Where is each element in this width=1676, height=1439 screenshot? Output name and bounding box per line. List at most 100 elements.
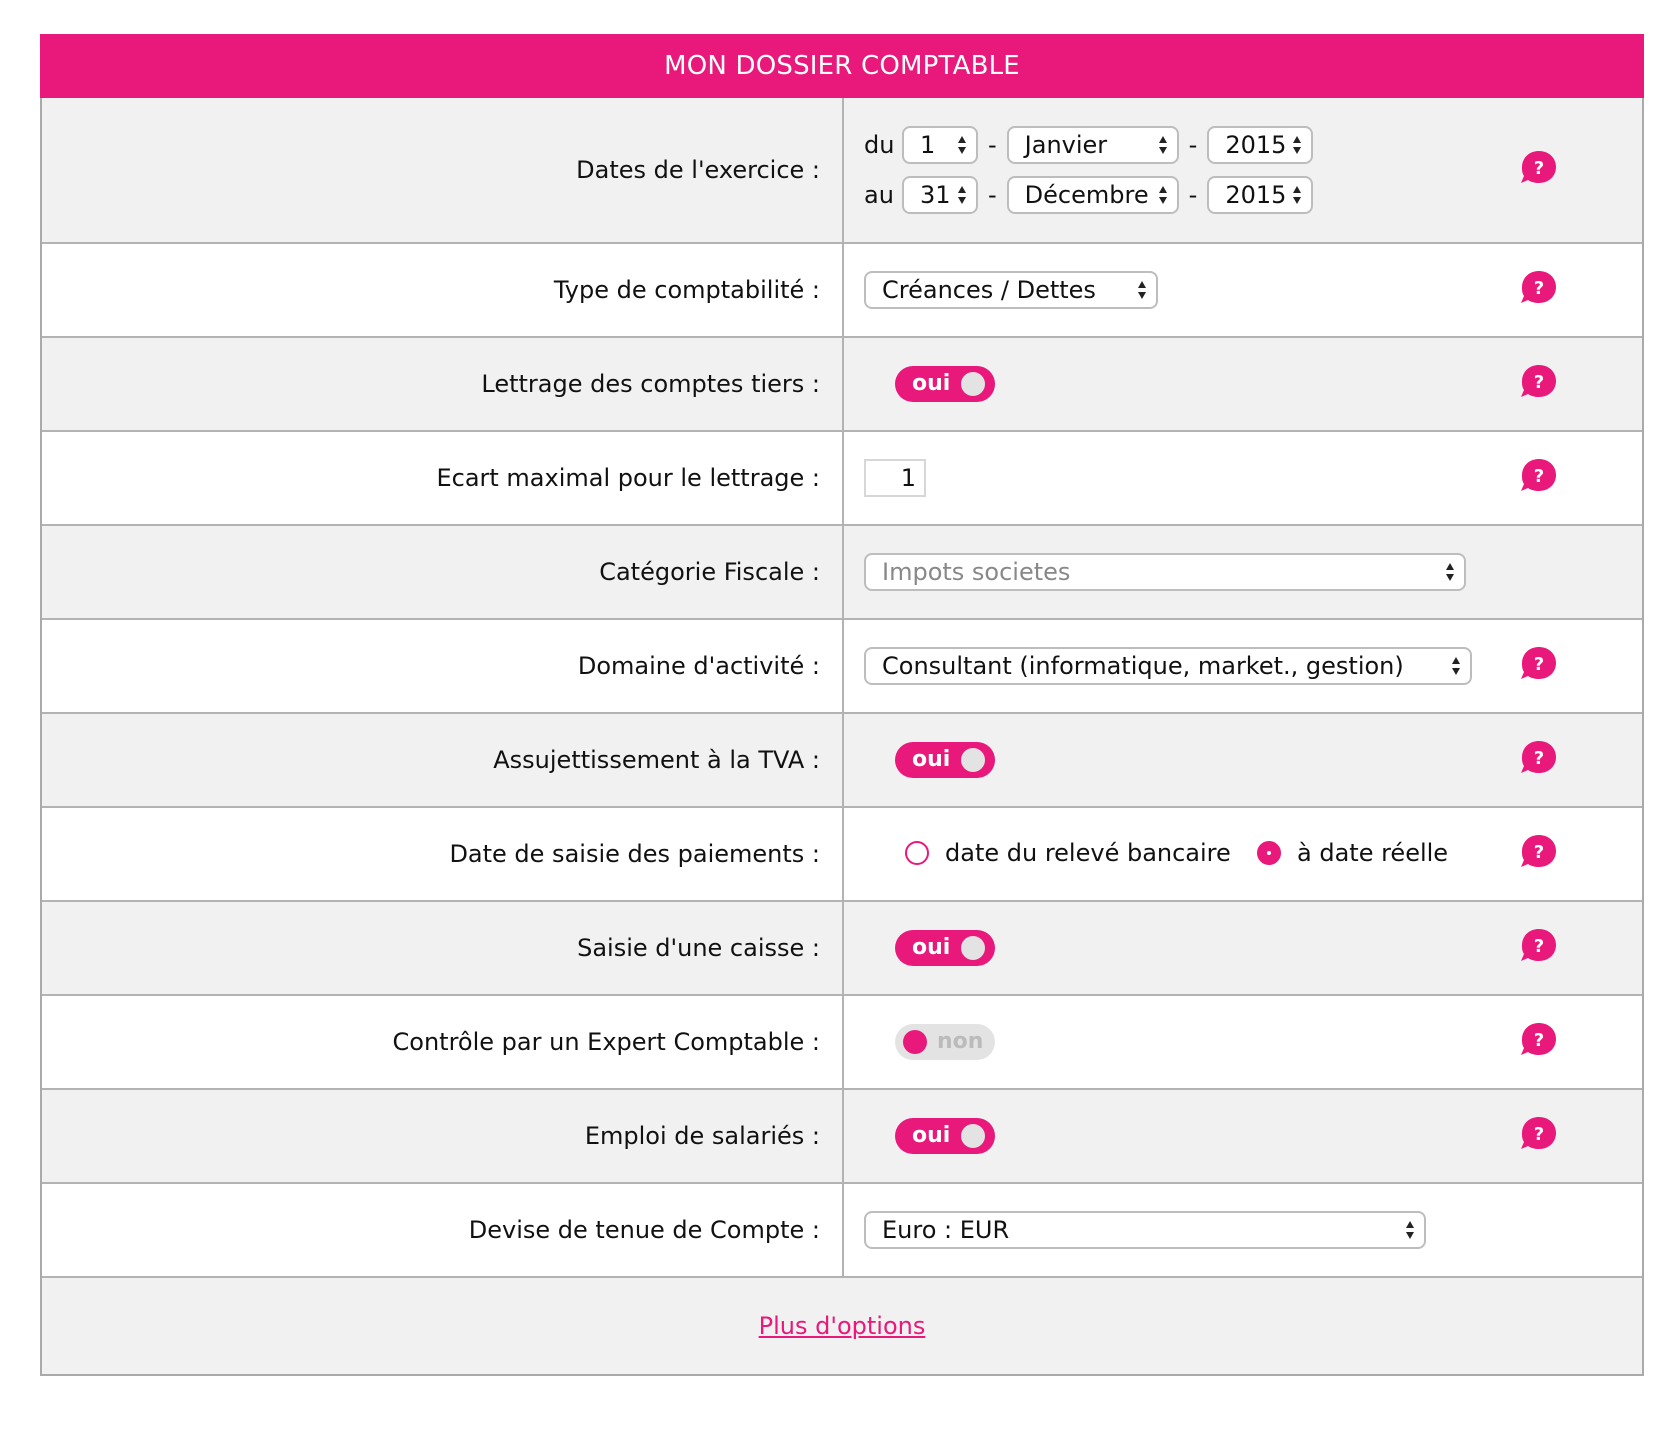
row-caisse: Saisie d'une caisse : oui: [42, 902, 1642, 996]
toggle-state-label: oui: [912, 935, 951, 960]
label-devise: Devise de tenue de Compte :: [42, 1184, 844, 1276]
domaine-activite-select[interactable]: Consultant (informatique, market., gesti…: [864, 647, 1472, 685]
end-day-value: 31: [920, 181, 951, 209]
label-ecart-maximal: Ecart maximal pour le lettrage :: [42, 432, 844, 524]
row-lettrage: Lettrage des comptes tiers : oui: [42, 338, 1642, 432]
label-tva: Assujettissement à la TVA :: [42, 714, 844, 806]
lettrage-toggle[interactable]: oui: [895, 366, 995, 402]
value-type-comptabilite: Créances / Dettes: [844, 244, 1642, 336]
options-footer: Plus d'options: [42, 1278, 1642, 1374]
help-bubble-icon[interactable]: [1519, 362, 1559, 402]
radio-date-reelle[interactable]: à date réelle: [1257, 839, 1448, 867]
date-end-line: au 31 - Décembre - 2015: [864, 176, 1314, 214]
row-type-comptabilite: Type de comptabilité : Créances / Dettes: [42, 244, 1642, 338]
date-start-line: du 1 - Janvier - 2015: [864, 126, 1314, 164]
toggle-state-label: oui: [912, 747, 951, 772]
updown-arrows-icon: [1158, 135, 1168, 155]
help-bubble-icon[interactable]: [1519, 926, 1559, 966]
toggle-knob: [961, 748, 985, 772]
devise-select[interactable]: Euro : EUR: [864, 1211, 1426, 1249]
panel-header: MON DOSSIER COMPTABLE: [40, 34, 1644, 98]
toggle-state-label: oui: [912, 371, 951, 396]
value-dates-exercice: du 1 - Janvier - 2015 au 31 - Décembre -…: [844, 98, 1642, 242]
start-day-select[interactable]: 1: [902, 126, 978, 164]
radio-label-date-releve: date du relevé bancaire: [945, 839, 1231, 867]
help-bubble-icon[interactable]: [1519, 738, 1559, 778]
au-label: au: [864, 181, 894, 209]
value-salaries: oui: [844, 1090, 1642, 1182]
categorie-fiscale-select[interactable]: Impots societes: [864, 553, 1466, 591]
label-categorie-fiscale: Catégorie Fiscale :: [42, 526, 844, 618]
panel-title: MON DOSSIER COMPTABLE: [664, 51, 1020, 81]
row-ecart-maximal: Ecart maximal pour le lettrage : 1: [42, 432, 1642, 526]
date-separator: -: [1188, 131, 1198, 159]
start-day-value: 1: [920, 131, 936, 159]
label-domaine-activite: Domaine d'activité :: [42, 620, 844, 712]
salaries-toggle[interactable]: oui: [895, 1118, 995, 1154]
help-bubble-icon[interactable]: [1519, 832, 1559, 872]
end-month-value: Décembre: [1024, 181, 1149, 209]
radio-circle-unchecked: [905, 841, 929, 865]
toggle-knob: [961, 1124, 985, 1148]
date-separator: -: [988, 181, 997, 209]
updown-arrows-icon: [1451, 656, 1461, 676]
label-lettrage: Lettrage des comptes tiers :: [42, 338, 844, 430]
label-dates-exercice: Dates de l'exercice :: [42, 98, 844, 242]
row-devise: Devise de tenue de Compte : Euro : EUR: [42, 1184, 1642, 1278]
settings-table: Dates de l'exercice : du 1 - Janvier - 2…: [40, 98, 1644, 1376]
value-date-paiements: date du relevé bancaire à date réelle: [844, 808, 1642, 900]
label-caisse: Saisie d'une caisse :: [42, 902, 844, 994]
help-bubble-icon[interactable]: [1519, 1020, 1559, 1060]
help-bubble-icon[interactable]: [1519, 148, 1559, 188]
date-separator: -: [988, 131, 997, 159]
toggle-knob: [903, 1030, 927, 1054]
categorie-fiscale-value: Impots societes: [882, 558, 1071, 586]
date-separator: -: [1188, 181, 1198, 209]
end-year-select[interactable]: 2015: [1207, 176, 1314, 214]
row-dates-exercice: Dates de l'exercice : du 1 - Janvier - 2…: [42, 98, 1642, 244]
updown-arrows-icon: [1158, 185, 1168, 205]
end-day-select[interactable]: 31: [902, 176, 978, 214]
tva-toggle[interactable]: oui: [895, 742, 995, 778]
row-domaine-activite: Domaine d'activité : Consultant (informa…: [42, 620, 1642, 714]
type-comptabilite-select[interactable]: Créances / Dettes: [864, 271, 1158, 309]
dossier-comptable-panel: MON DOSSIER COMPTABLE Dates de l'exercic…: [40, 34, 1644, 1376]
help-bubble-icon[interactable]: [1519, 1114, 1559, 1154]
updown-arrows-icon: [957, 185, 967, 205]
value-lettrage: oui: [844, 338, 1642, 430]
radio-date-releve[interactable]: date du relevé bancaire: [905, 839, 1231, 867]
label-date-paiements: Date de saisie des paiements :: [42, 808, 844, 900]
du-label: du: [864, 131, 895, 159]
value-caisse: oui: [844, 902, 1642, 994]
row-expert-comptable: Contrôle par un Expert Comptable : non: [42, 996, 1642, 1090]
updown-arrows-icon: [1137, 280, 1147, 300]
updown-arrows-icon: [1292, 135, 1302, 155]
help-bubble-icon[interactable]: [1519, 456, 1559, 496]
help-bubble-icon[interactable]: [1519, 268, 1559, 308]
expert-comptable-toggle[interactable]: non: [895, 1024, 995, 1060]
end-year-value: 2015: [1225, 181, 1287, 209]
value-expert-comptable: non: [844, 996, 1642, 1088]
row-salaries: Emploi de salariés : oui: [42, 1090, 1642, 1184]
help-bubble-icon[interactable]: [1519, 644, 1559, 684]
label-salaries: Emploi de salariés :: [42, 1090, 844, 1182]
value-ecart-maximal: 1: [844, 432, 1642, 524]
plus-options-link[interactable]: Plus d'options: [759, 1312, 926, 1340]
updown-arrows-icon: [1445, 562, 1455, 582]
value-tva: oui: [844, 714, 1642, 806]
updown-arrows-icon: [1405, 1220, 1415, 1240]
label-type-comptabilite: Type de comptabilité :: [42, 244, 844, 336]
end-month-select[interactable]: Décembre: [1006, 176, 1179, 214]
date-range: du 1 - Janvier - 2015 au 31 - Décembre -…: [864, 126, 1314, 214]
toggle-knob: [961, 372, 985, 396]
value-devise: Euro : EUR: [844, 1184, 1642, 1276]
row-categorie-fiscale: Catégorie Fiscale : Impots societes: [42, 526, 1642, 620]
toggle-knob: [961, 936, 985, 960]
ecart-maximal-input[interactable]: 1: [864, 459, 926, 497]
start-month-select[interactable]: Janvier: [1006, 126, 1179, 164]
radio-label-date-reelle: à date réelle: [1297, 839, 1449, 867]
start-month-value: Janvier: [1024, 131, 1108, 159]
caisse-toggle[interactable]: oui: [895, 930, 995, 966]
value-domaine-activite: Consultant (informatique, market., gesti…: [844, 620, 1642, 712]
start-year-select[interactable]: 2015: [1207, 126, 1314, 164]
